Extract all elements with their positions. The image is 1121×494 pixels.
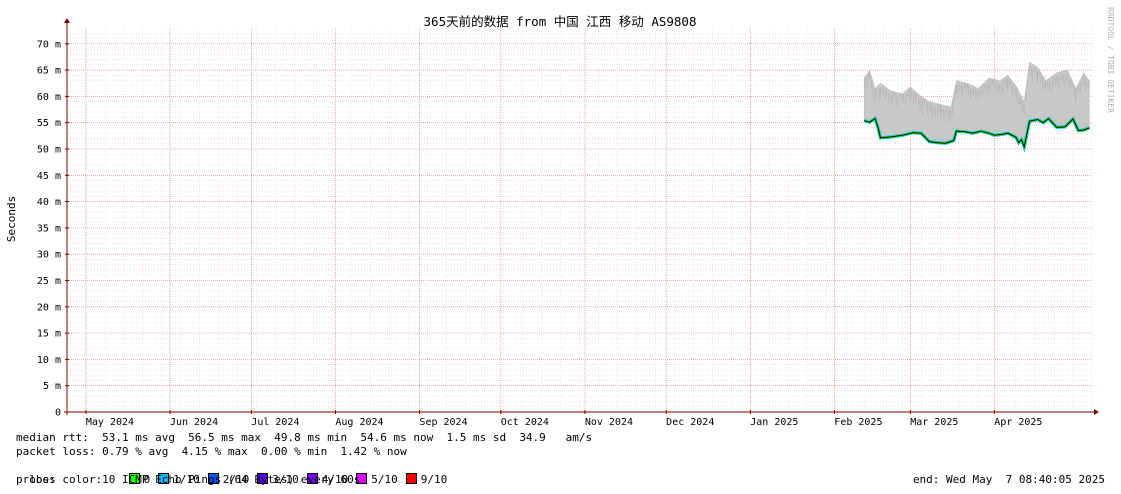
y-tick-label: 0 — [55, 408, 61, 419]
loss-color-text: 9/10 — [420, 473, 448, 486]
axes — [64, 18, 1099, 415]
x-tick-label: Oct 2024 — [501, 417, 549, 428]
x-tick-label: Aug 2024 — [335, 417, 383, 428]
y-tick-label: 35 m — [37, 223, 61, 234]
y-tick-label: 20 m — [37, 302, 61, 313]
y-tick-label: 65 m — [37, 66, 61, 77]
loss-color-swatch — [405, 473, 417, 484]
x-tick-label: Dec 2024 — [666, 417, 714, 428]
packet-loss-stats: packet loss: 0.79 % avg 4.15 % max 0.00 … — [16, 445, 407, 458]
median-rtt-stats: median rtt: 53.1 ms avg 56.5 ms max 49.8… — [16, 431, 593, 444]
x-tick-label: Mar 2025 — [910, 417, 958, 428]
loss-color-item: 9/10 — [405, 473, 448, 486]
y-axis-label: Seconds — [5, 196, 18, 242]
latency-chart: 0 5 m 10 m 15 m 20 m 25 m 30 m 35 m 40 m 45 m 50 m… — [5, 7, 1115, 428]
y-tick-label: 50 m — [37, 144, 61, 155]
y-tick-label: 55 m — [37, 118, 61, 129]
y-tick-label: 10 m — [37, 355, 61, 366]
x-tick-label: Sep 2024 — [419, 417, 467, 428]
x-axis-arrow — [1094, 409, 1099, 415]
x-tick-label: Nov 2024 — [585, 417, 633, 428]
smoke-area — [863, 61, 1090, 148]
end-time: end: Wed May 7 08:40:05 2025 — [912, 473, 1105, 486]
y-tick-label: 30 m — [37, 250, 61, 261]
y-tick-label: 45 m — [37, 171, 61, 182]
grid — [66, 28, 1093, 412]
chart-title: 365天前的数据 from 中国 江西 移动 AS9808 — [424, 14, 697, 29]
y-tick-labels: 0 5 m 10 m 15 m 20 m 25 m 30 m 35 m 40 m 45 m 50 m… — [37, 39, 69, 419]
y-tick-label: 15 m — [37, 329, 61, 340]
x-tick-labels: May 2024 Jun 2024 Jul 2024 Aug 2024 Sep 2024… — [85, 410, 1042, 428]
y-tick-label: 60 m — [37, 92, 61, 103]
rrdtool-watermark: RRDTOOL / TOBI OETIKER — [1106, 7, 1115, 113]
y-tick-label: 40 m — [37, 197, 61, 208]
y-tick-label: 25 m — [37, 276, 61, 287]
x-tick-label: May 2024 — [86, 417, 134, 428]
y-axis-arrow — [64, 18, 70, 23]
probe-info: probe: 10 ICMP Echo Pings (64 Bytes) eve… — [16, 473, 361, 486]
x-tick-label: Jul 2024 — [251, 417, 299, 428]
x-tick-label: Apr 2025 — [994, 417, 1042, 428]
loss-color-item: 5/10 — [356, 473, 398, 486]
y-tick-label: 70 m — [37, 39, 61, 50]
x-tick-label: Jun 2024 — [170, 417, 218, 428]
x-tick-label: Jan 2025 — [750, 417, 798, 428]
x-tick-label: Feb 2025 — [834, 417, 882, 428]
loss-color-text: 5/10 — [371, 473, 398, 486]
y-tick-label: 5 m — [43, 381, 61, 392]
